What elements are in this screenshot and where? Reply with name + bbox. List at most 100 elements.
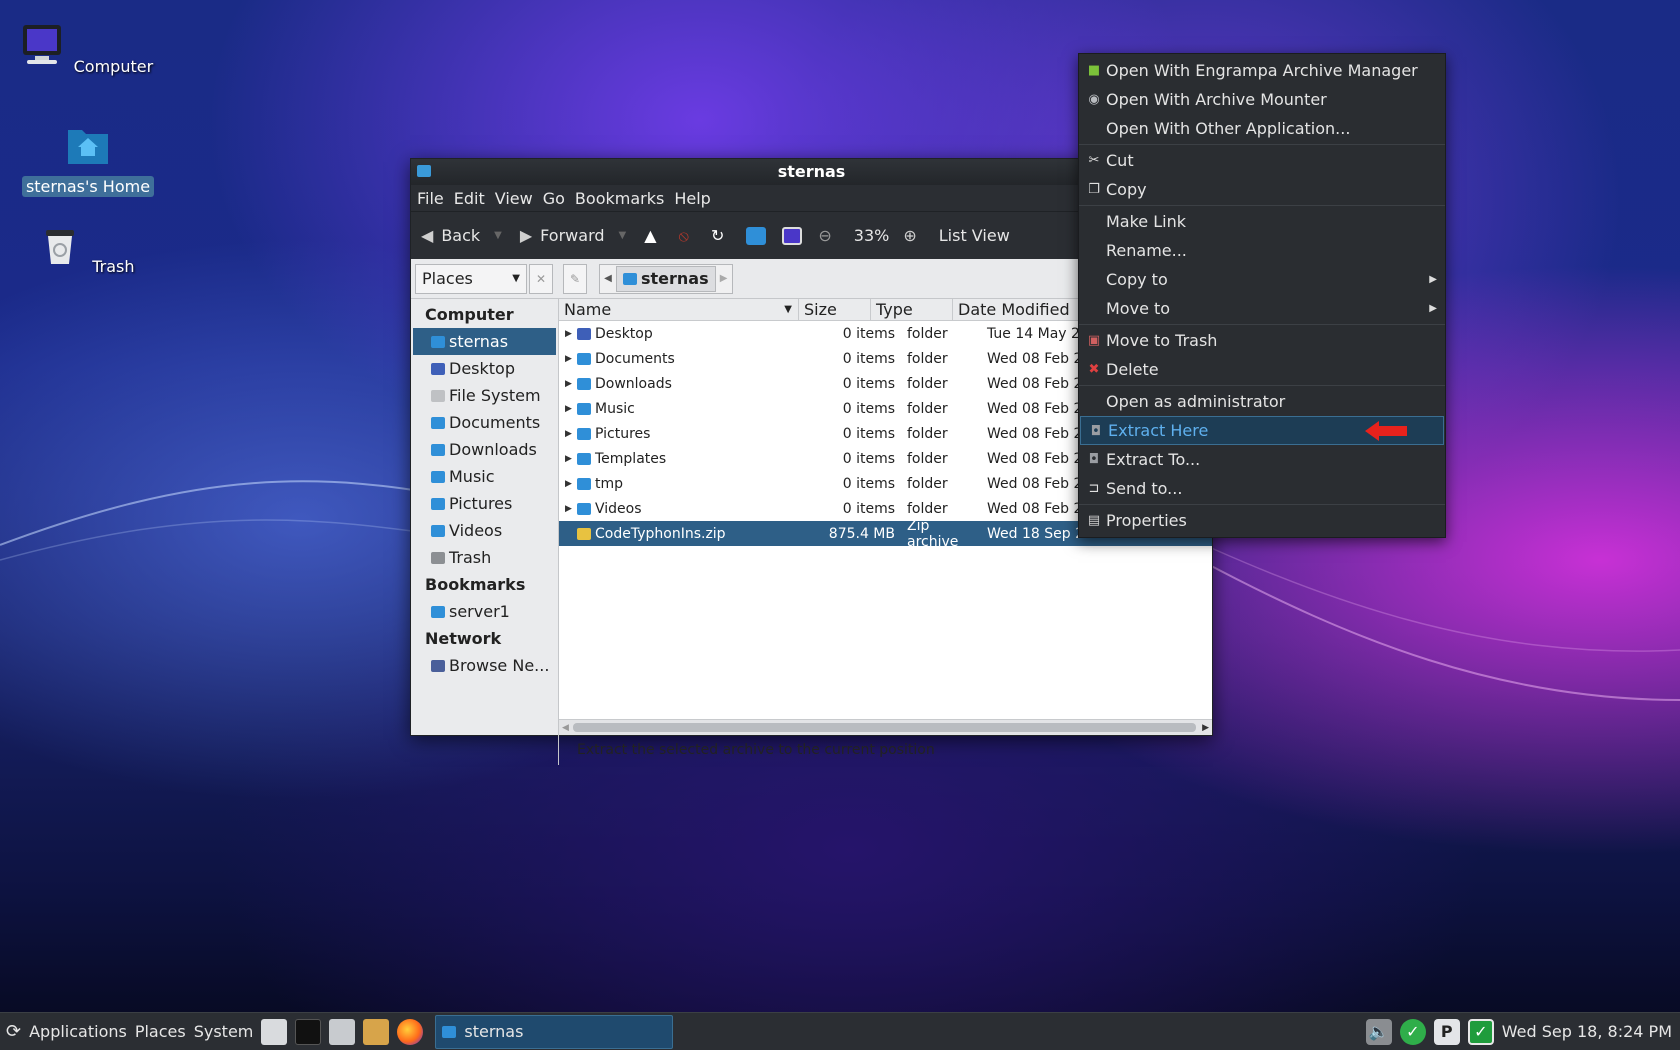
menu-edit[interactable]: Edit [454,189,485,208]
menu-bookmarks[interactable]: Bookmarks [575,189,664,208]
scrollbar-thumb[interactable] [573,723,1196,732]
expander-icon[interactable]: ▶ [565,379,577,389]
places-combo[interactable]: Places ▼ [415,263,527,294]
file-size: 0 items [842,350,895,367]
desktop-icon-trash[interactable]: Trash [18,222,158,277]
taskbar-window-sternas[interactable]: sternas [435,1014,674,1049]
menu-file[interactable]: File [417,189,444,208]
terminal-launcher-icon[interactable] [295,1018,322,1045]
extract-icon: ◘ [1090,424,1102,439]
red-arrow-pointer-icon [1365,421,1407,441]
scroll-left-icon[interactable]: ◀ [562,720,569,736]
menu-item-move-to[interactable]: Move to ▶ [1079,294,1445,323]
sidebar-item-pictures[interactable]: Pictures [411,490,558,517]
stop-button[interactable]: ⦸ [679,226,697,246]
menu-item-cut[interactable]: ✂ Cut [1079,146,1445,175]
menu-item-properties[interactable]: ▤ Properties [1079,506,1445,535]
expander-icon[interactable]: ▶ [565,529,577,539]
zoom-out-button[interactable]: ⊖ [818,226,839,245]
drive-icon [431,389,445,402]
file-type: folder [907,350,948,367]
taskbar: ⟳ Applications Places System sternas 🔈 ✓… [0,1012,1680,1050]
update-ok-icon[interactable]: ✓ [1399,1018,1426,1045]
menu-go[interactable]: Go [543,189,565,208]
close-sidepane-button[interactable]: ✕ [529,263,553,294]
volume-muted-icon[interactable]: 🔈 [1365,1018,1392,1045]
menu-item-label: Copy [1106,180,1147,199]
sidebar-item-server1[interactable]: server1 [411,598,558,625]
toggle-location-entry-button[interactable]: ✎ [563,263,587,294]
menu-item-label: Open With Archive Mounter [1106,90,1327,109]
computer-button[interactable] [782,226,803,245]
menu-item-open-with-archive-mounter[interactable]: ◉ Open With Archive Mounter [1079,85,1445,114]
menu-item-open-with-engrampa-archive-manager[interactable]: ■ Open With Engrampa Archive Manager [1079,56,1445,85]
menu-view[interactable]: View [495,189,533,208]
desktop-icon-computer[interactable]: Computer [18,22,158,77]
menu-item-make-link[interactable]: Make Link [1079,207,1445,236]
trash-icon [431,551,445,564]
column-size[interactable]: Size [799,299,871,320]
reload-button[interactable]: ↻ [711,226,732,245]
sidebar-item-desktop[interactable]: Desktop [411,355,558,382]
sidebar-heading-bookmarks: Bookmarks [425,575,526,594]
path-crumb-sternas[interactable]: sternas [616,265,716,292]
menu-item-delete[interactable]: ✖ Delete [1079,355,1445,384]
file-manager-launcher-icon[interactable] [261,1018,288,1045]
sidebar-item-videos[interactable]: Videos [411,517,558,544]
sidebar-item-documents[interactable]: Documents [411,409,558,436]
horizontal-scrollbar[interactable]: ◀ ▶ [559,719,1212,735]
back-history-dropdown[interactable]: ▼ [494,230,502,241]
menu-item-move-to-trash[interactable]: ▣ Move to Trash [1079,326,1445,355]
file-size: 0 items [842,425,895,442]
expander-icon[interactable]: ▶ [565,479,577,489]
menu-applications[interactable]: Applications [29,1022,127,1041]
desktop-icon-home[interactable]: sternas's Home [18,122,158,197]
folder-icon [431,470,445,483]
firefox-launcher-icon[interactable] [397,1018,424,1045]
scroll-right-icon[interactable]: ▶ [1202,720,1209,736]
menu-item-label: Extract Here [1108,421,1209,440]
expander-icon[interactable]: ▶ [565,504,577,514]
archive-launcher-icon[interactable] [363,1018,390,1045]
clock[interactable]: Wed Sep 18, 8:24 PM [1502,1022,1672,1041]
desktop-icon-label: Trash [92,257,135,276]
menu-help[interactable]: Help [674,189,710,208]
expander-icon[interactable]: ▶ [565,454,577,464]
menu-item-extract-to[interactable]: ◘ Extract To... [1079,445,1445,474]
forward-history-dropdown[interactable]: ▼ [619,230,627,241]
column-name[interactable]: Name ▼ [559,299,799,320]
clipboard-icon[interactable]: P [1433,1018,1460,1045]
menu-item-rename[interactable]: Rename... [1079,236,1445,265]
sidebar-item-music[interactable]: Music [411,463,558,490]
sidebar-item-browse-network[interactable]: Browse Ne... [411,652,558,679]
path-bar: ◀ sternas ▶ [599,263,733,294]
sidebar-item-trash[interactable]: Trash [411,544,558,571]
sidebar-item-downloads[interactable]: Downloads [411,436,558,463]
menu-item-extract-here[interactable]: ◘ Extract Here [1080,416,1444,445]
up-button[interactable]: ▲ [644,226,664,245]
checkmark-icon[interactable]: ✓ [1467,1018,1494,1045]
menu-system[interactable]: System [194,1022,254,1041]
sidebar-item-file-system[interactable]: File System [411,382,558,409]
menu-item-open-as-administrator[interactable]: Open as administrator [1079,387,1445,416]
zoom-in-button[interactable]: ⊕ [903,226,924,245]
menu-item-send-to[interactable]: ⊐ Send to... [1079,474,1445,503]
system-logo-icon[interactable]: ⟳ [6,1021,21,1042]
path-scroll-left[interactable]: ◀ [600,273,616,284]
expander-icon[interactable]: ▶ [565,429,577,439]
view-mode-selector[interactable]: List View [939,226,1010,245]
menu-places[interactable]: Places [135,1022,186,1041]
menu-item-copy[interactable]: ❐ Copy [1079,175,1445,204]
expander-icon[interactable]: ▶ [565,404,577,414]
back-button[interactable]: ◀ Back [421,226,480,245]
column-type[interactable]: Type [871,299,953,320]
expander-icon[interactable]: ▶ [565,354,577,364]
menu-item-copy-to[interactable]: Copy to ▶ [1079,265,1445,294]
forward-button[interactable]: ▶ Forward [520,226,605,245]
home-folder-button[interactable] [746,226,767,245]
expander-icon[interactable]: ▶ [565,329,577,339]
settings-launcher-icon[interactable] [329,1018,356,1045]
path-scroll-right[interactable]: ▶ [716,273,732,284]
sidebar-item-sternas[interactable]: sternas [413,328,556,355]
menu-item-open-with-other-application[interactable]: Open With Other Application... [1079,114,1445,143]
